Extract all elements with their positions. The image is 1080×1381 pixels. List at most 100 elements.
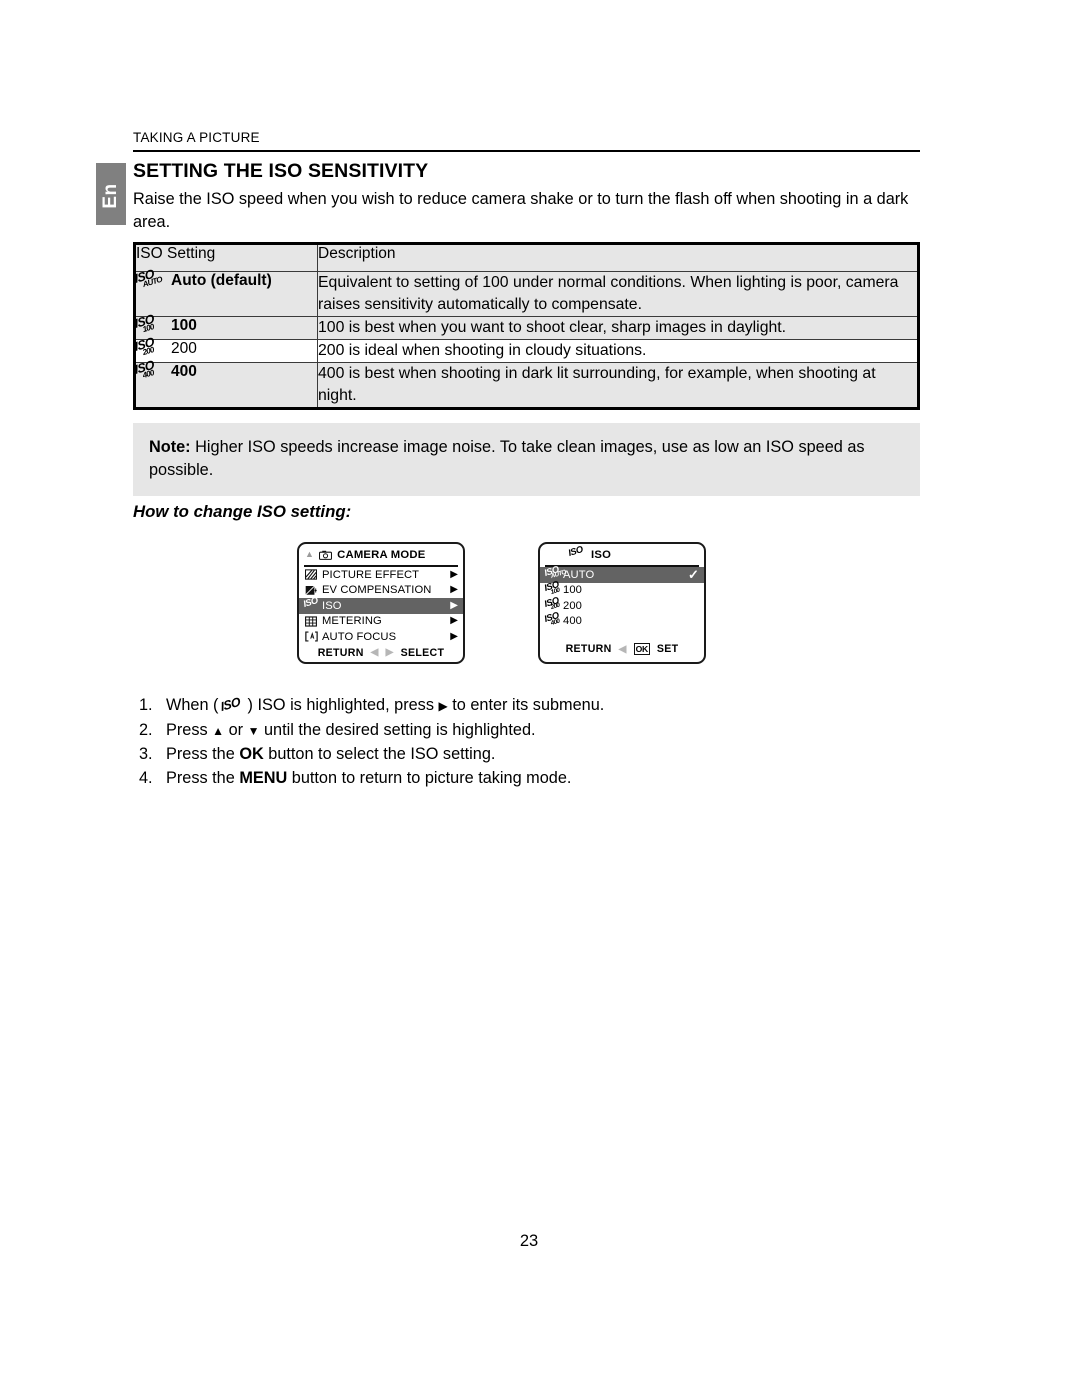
triangle-up-icon: ▲: [212, 723, 225, 738]
note-label: Note:: [149, 438, 191, 456]
lcd-iso-option-400[interactable]: ISO 400 400: [540, 610, 704, 630]
table-row: ISO 400 400 400 is best when shooting in …: [133, 357, 919, 409]
iso-icon: ISO: [302, 594, 319, 609]
triangle-left-icon: ◀: [618, 643, 627, 655]
howto-heading: How to change ISO setting:: [133, 502, 352, 521]
iso-100-icon: ISO 100: [133, 311, 155, 334]
header-rule: [133, 150, 920, 152]
iso-setting-cell-200: ISO 200 200: [134, 334, 318, 363]
lcd-menu-item-iso[interactable]: ISO ISO ▶: [299, 594, 463, 614]
lcd-iso-option-100[interactable]: ISO 100 100: [540, 579, 704, 599]
iso-icon: ISO: [219, 694, 242, 715]
list-item: 1. When ( ISO ) ISO is highlighted, pres…: [139, 694, 779, 719]
iso-icon: ISO: [567, 543, 584, 558]
chevron-right-icon: ▶: [450, 568, 458, 580]
footer-return-label[interactable]: RETURN: [566, 643, 612, 655]
page-title: SETTING THE ISO SENSITIVITY: [133, 160, 429, 182]
triangle-left-icon: ◀: [370, 647, 379, 658]
ok-button-name: OK: [239, 745, 264, 763]
lcd-iso-title: ISO: [591, 548, 612, 561]
step-text: When ( ISO ) ISO is highlighted, press ▶…: [166, 694, 605, 715]
footer-select-label[interactable]: SELECT: [401, 647, 445, 659]
iso-setting-label: 200: [171, 340, 197, 357]
iso-400-icon: ISO 400: [133, 357, 155, 380]
note-box: Note: Higher ISO speeds increase image n…: [133, 423, 920, 496]
chevron-right-icon: ▶: [450, 599, 458, 611]
lcd-menu-item-auto-focus[interactable]: AUTO FOCUS ▶: [299, 629, 463, 645]
note-text: Higher ISO speeds increase image noise. …: [149, 438, 865, 479]
iso-setting-label: 100: [171, 317, 197, 334]
step-text: Press the OK button to select the ISO se…: [166, 745, 496, 763]
iso-description-cell-auto: Equivalent to setting of 100 under norma…: [317, 271, 919, 317]
menu-button-name: MENU: [239, 768, 288, 787]
lcd-iso-option-auto[interactable]: ISO AUTO AUTO ✓: [540, 564, 704, 583]
iso-setting-label: Auto (default): [171, 272, 272, 289]
iso-auto-icon: ISO AUTO: [133, 266, 163, 289]
iso-description-cell-200: 200 is ideal when shooting in cloudy sit…: [317, 339, 919, 363]
triangle-right-icon: ▶: [438, 699, 448, 713]
step-text: Press ▲ or ▼ until the desired setting i…: [166, 720, 536, 739]
triangle-down-icon: ▼: [247, 723, 260, 738]
lcd-menu-item-label: METERING: [322, 615, 382, 628]
lcd-camera-mode-footer: RETURN ◀ ▶ SELECT: [299, 647, 463, 659]
lcd-camera-mode-title: CAMERA MODE: [337, 548, 426, 561]
ev-compensation-icon: [305, 585, 322, 596]
iso-description-cell-400: 400 is best when shooting in dark lit su…: [317, 362, 919, 409]
check-icon: ✓: [688, 567, 699, 583]
page-number: 23: [519, 1232, 539, 1250]
list-item: 4. Press the MENU button to return to pi…: [139, 767, 779, 791]
lcd-iso-option-label: AUTO: [563, 568, 595, 581]
step-number: 2.: [139, 720, 153, 739]
column-header-iso-setting: ISO Setting: [134, 243, 318, 272]
iso-setting-cell-auto: ISO AUTO Auto (default): [133, 266, 318, 317]
step-number: 4.: [139, 768, 153, 787]
lcd-iso-submenu-screen: ISO ISO ISO AUTO AUTO ✓ ISO 100 100 ISO 200…: [538, 542, 706, 664]
footer-set-label[interactable]: SET: [657, 643, 679, 655]
manual-page: TAKING A PICTURE En SETTING THE ISO SENS…: [0, 0, 1080, 1381]
footer-return-label[interactable]: RETURN: [318, 647, 364, 659]
iso-description-cell-100: 100 is best when you want to shoot clear…: [317, 316, 919, 340]
step-number: 3.: [139, 745, 153, 763]
list-item: 2. Press ▲ or ▼ until the desired settin…: [139, 719, 779, 744]
chevron-right-icon: ▶: [450, 584, 458, 596]
instruction-steps: 1. When ( ISO ) ISO is highlighted, pres…: [139, 694, 779, 790]
lcd-iso-option-200[interactable]: ISO 200 200: [540, 595, 704, 614]
lcd-menu-item-label: EV COMPENSATION: [322, 584, 432, 597]
step-number: 1.: [139, 696, 153, 714]
intro-paragraph: Raise the ISO speed when you wish to red…: [133, 190, 909, 231]
lcd-iso-option-label: 400: [563, 615, 582, 628]
column-header-description: Description: [317, 243, 919, 272]
triangle-up-icon: ▲: [305, 549, 315, 559]
lcd-menu-item-ev-compensation[interactable]: EV COMPENSATION ▶: [299, 583, 463, 599]
running-header: TAKING A PICTURE: [133, 130, 260, 145]
table-row: ISO 100 100 100 is best when you want to …: [133, 311, 919, 340]
lcd-iso-title-bar: ISO ISO: [540, 544, 704, 564]
camera-icon: [319, 550, 333, 560]
lcd-menu-item-label: PICTURE EFFECT: [322, 568, 420, 581]
triangle-right-icon: ▶: [385, 647, 394, 658]
lcd-menu-item-picture-effect[interactable]: PICTURE EFFECT ▶: [299, 567, 463, 583]
lcd-menu-item-label: ISO: [322, 599, 342, 612]
lcd-iso-footer: RETURN ◀ OK SET: [540, 643, 704, 655]
iso-setting-cell-100: ISO 100 100: [133, 311, 318, 340]
iso-settings-table: ISO Setting Description ISO AUTO Auto (de…: [133, 242, 920, 410]
lcd-camera-mode-screen: ▲ CAMERA MODE PICTURE EFFECT ▶ EV COMPEN…: [297, 542, 465, 664]
ok-button-icon[interactable]: OK: [633, 643, 650, 655]
language-tab: En: [96, 163, 126, 225]
auto-focus-icon: [305, 631, 322, 642]
iso-400-icon: ISO 400: [543, 610, 561, 627]
language-tab-label: En: [100, 183, 121, 209]
iso-setting-cell-400: ISO 400 400: [133, 357, 318, 409]
table-row: ISO 200 200 200 is ideal when shooting in…: [134, 334, 919, 363]
iso-100-icon: ISO 100: [543, 579, 561, 596]
picture-effect-icon: [305, 569, 322, 580]
iso-setting-label: 400: [171, 363, 197, 380]
metering-icon: [305, 616, 322, 627]
chevron-right-icon: ▶: [450, 615, 458, 627]
list-item: 3. Press the OK button to select the ISO…: [139, 743, 779, 767]
lcd-camera-mode-title-bar: ▲ CAMERA MODE: [299, 544, 463, 564]
table-header-row: ISO Setting Description: [134, 243, 919, 272]
lcd-iso-option-label: 200: [563, 599, 582, 612]
lcd-menu-item-metering[interactable]: METERING ▶: [299, 614, 463, 630]
table-row: ISO AUTO Auto (default) Equivalent to set…: [133, 266, 919, 317]
